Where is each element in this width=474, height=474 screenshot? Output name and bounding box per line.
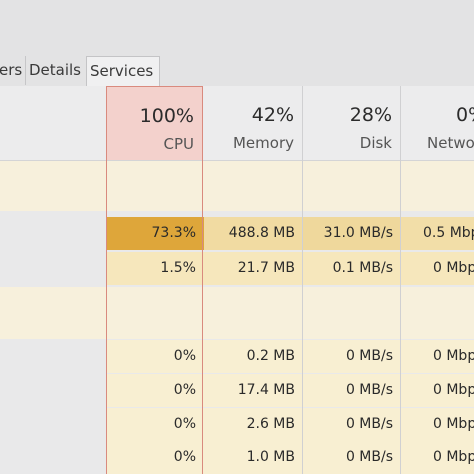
process-row[interactable]: 73.3% 488.8 MB 31.0 MB/s 0.5 Mbps [0,217,474,250]
network-cell: 0.5 Mbps [401,217,474,250]
memory-cell: 21.7 MB [204,252,303,285]
network-cell: 0 Mbps [401,374,474,407]
memory-cell: 488.8 MB [204,217,303,250]
network-cell: 0 Mbps [401,252,474,285]
column-header-memory[interactable]: 42% Memory [204,86,302,160]
memory-usage-percent: 42% [251,104,294,126]
disk-usage-percent: 28% [349,104,392,126]
network-cell: 0 Mbps [401,340,474,373]
cpu-column-highlight [106,160,203,474]
disk-cell: 0 MB/s [303,408,401,441]
column-header-cpu[interactable]: 100% CPU [106,86,203,160]
memory-cell: 2.6 MB [204,408,303,441]
disk-cell: 0 MB/s [303,374,401,407]
memory-cell: 1.0 MB [204,441,303,474]
disk-cell: 0 MB/s [303,441,401,474]
disk-column-label: Disk [359,134,392,152]
network-column-label: Network [427,134,474,152]
network-usage-percent: 0% [456,104,474,126]
memory-column-label: Memory [232,134,294,152]
process-row[interactable]: 0% 0.2 MB 0 MB/s 0 Mbps [0,340,474,373]
process-row[interactable]: 0% 17.4 MB 0 MB/s 0 Mbps [0,374,474,407]
process-row[interactable]: 0% 2.6 MB 0 MB/s 0 Mbps [0,408,474,441]
column-divider [400,86,401,474]
column-divider [302,86,303,474]
column-header-disk[interactable]: 28% Disk [303,86,400,160]
process-row[interactable]: 1.5% 21.7 MB 0.1 MB/s 0 Mbps [0,252,474,285]
memory-cell: 0.2 MB [204,340,303,373]
column-header-network[interactable]: 0% Network [401,86,474,160]
process-row[interactable]: 0% 1.0 MB 0 MB/s 0 Mbps [0,441,474,474]
disk-cell: 0 MB/s [303,340,401,373]
disk-cell: 0.1 MB/s [303,252,401,285]
network-cell: 0 Mbps [401,441,474,474]
cpu-usage-percent: 100% [139,105,194,127]
disk-cell: 31.0 MB/s [303,217,401,250]
memory-cell: 17.4 MB [204,374,303,407]
network-cell: 0 Mbps [401,408,474,441]
cpu-column-label: CPU [163,135,195,153]
